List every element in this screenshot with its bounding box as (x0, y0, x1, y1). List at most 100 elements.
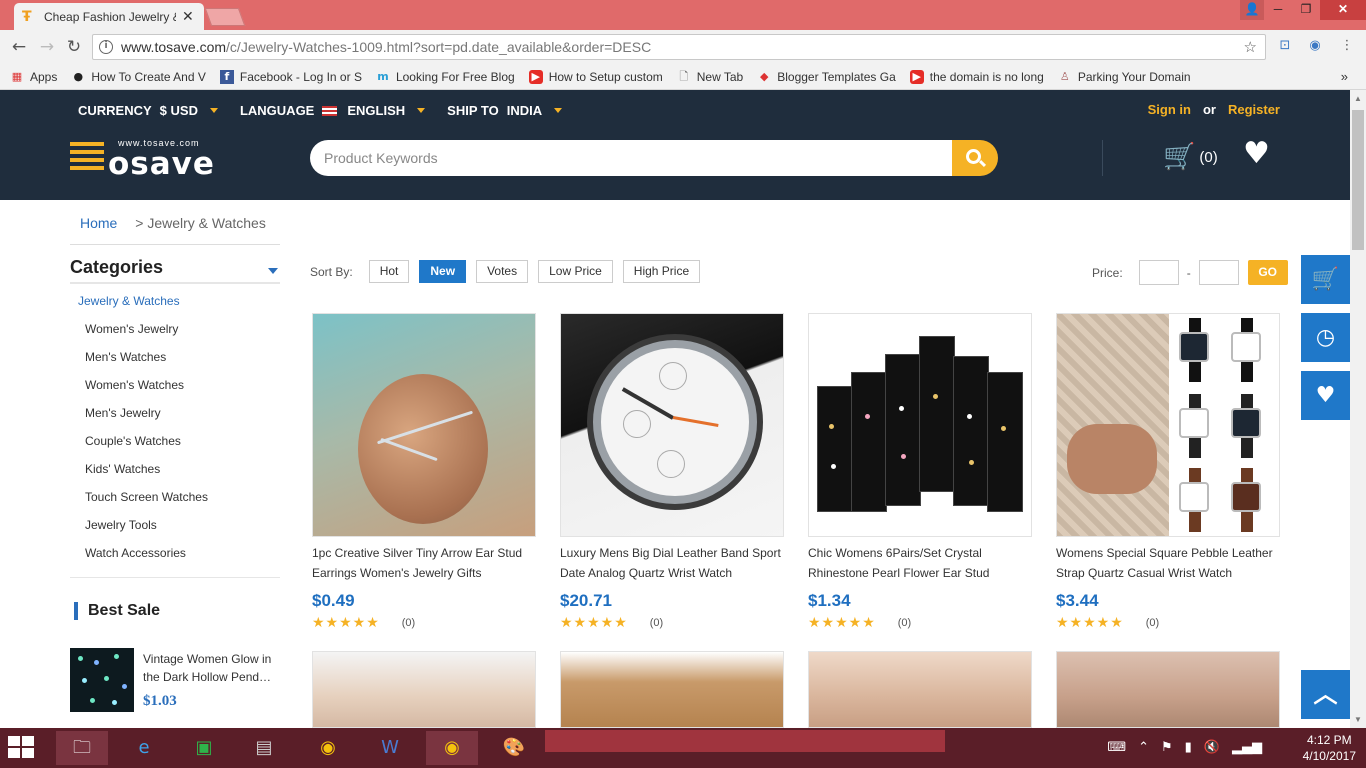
bookmark-star-icon[interactable]: ☆ (1244, 38, 1257, 56)
category-item[interactable]: Kids' Watches (70, 458, 280, 486)
tosave-logo[interactable]: www.tosave.com osave (70, 138, 225, 182)
breadcrumb-home-link[interactable]: Home (80, 215, 117, 231)
bookmark-apps[interactable]: ▦ Apps (10, 70, 58, 84)
review-count[interactable]: (0) (402, 617, 415, 629)
category-item[interactable]: Touch Screen Watches (70, 486, 280, 514)
bookmark-item[interactable]: ◆ Blogger Templates Ga (757, 70, 896, 84)
sign-in-link[interactable]: Sign in (1148, 102, 1191, 117)
ship-to-select[interactable]: INDIA (507, 103, 542, 118)
flag-icon[interactable]: ⚑ (1161, 740, 1173, 755)
product-image[interactable] (1056, 651, 1280, 728)
chrome-icon[interactable]: ◉ (302, 731, 354, 765)
currency-select[interactable]: $ USD (160, 103, 198, 118)
keyboard-icon[interactable]: ⌨ (1107, 740, 1126, 755)
product-card[interactable]: Chic Womens 6Pairs/Set Crystal Rhineston… (808, 313, 1032, 631)
category-item[interactable]: Jewelry Tools (70, 514, 280, 542)
network-app-icon[interactable]: ▤ (238, 731, 290, 765)
reload-icon[interactable]: ↻ (63, 36, 85, 58)
category-item[interactable]: Watch Accessories (70, 542, 280, 570)
review-count[interactable]: (0) (650, 617, 663, 629)
product-image[interactable] (312, 313, 536, 537)
battery-icon[interactable]: ▮ (1185, 740, 1192, 755)
floating-wishlist-button[interactable]: ♥ (1301, 371, 1350, 420)
best-sale-item[interactable]: Vintage Women Glow in the Dark Hollow Pe… (70, 648, 280, 712)
price-min-input[interactable] (1138, 260, 1179, 285)
network-signal-icon[interactable]: ▂▄▆ (1232, 740, 1262, 755)
tray-up-icon[interactable]: ⌃ (1138, 740, 1149, 755)
search-input[interactable] (310, 140, 960, 176)
language-select[interactable]: ENGLISH (347, 103, 405, 118)
product-card[interactable] (808, 651, 1032, 728)
product-name[interactable]: Womens Special Square Pebble Leather Str… (1056, 543, 1280, 583)
product-image[interactable] (1056, 313, 1280, 537)
site-info-icon[interactable]: i (99, 40, 113, 54)
floating-history-button[interactable]: ◷ (1301, 313, 1350, 362)
floating-cart-button[interactable]: 🛒 (1301, 255, 1350, 304)
sort-hot-button[interactable]: Hot (368, 260, 410, 283)
bookmark-item[interactable]: m Looking For Free Blog (376, 70, 514, 84)
product-card[interactable] (312, 651, 536, 728)
volume-muted-icon[interactable]: 🔇 (1204, 740, 1220, 755)
forward-arrow-icon[interactable]: → (36, 36, 58, 58)
back-to-top-button[interactable]: ︿ (1301, 670, 1350, 719)
maximize-button[interactable]: ❐ (1292, 0, 1320, 20)
address-bar[interactable]: i www.tosave.com/c/Jewelry-Watches-1009.… (92, 34, 1266, 60)
product-image[interactable] (312, 651, 536, 728)
product-image[interactable] (808, 651, 1032, 728)
bookmark-item[interactable]: f Facebook - Log In or S (219, 69, 362, 84)
bookmark-item[interactable]: ▶ How to Setup custom (528, 69, 663, 84)
chevron-down-icon[interactable] (268, 268, 278, 274)
category-jewelry-watches[interactable]: Jewelry & Watches (70, 290, 280, 318)
chevron-down-icon[interactable] (417, 108, 426, 113)
cart-button[interactable]: 🛒 (0) (1163, 142, 1218, 172)
browser-tab-active[interactable]: Ŧ Cheap Fashion Jewelry & ✕ (14, 3, 204, 30)
category-item[interactable]: Men's Watches (70, 346, 280, 374)
search-button[interactable] (952, 140, 998, 176)
bookmark-item[interactable]: ♙ Parking Your Domain (1058, 70, 1191, 84)
tab-close-icon[interactable]: ✕ (182, 8, 194, 25)
price-go-button[interactable]: GO (1247, 260, 1288, 285)
best-sale-thumbnail[interactable] (70, 648, 134, 712)
product-name[interactable]: Luxury Mens Big Dial Leather Band Sport … (560, 543, 784, 583)
chevron-down-icon[interactable] (554, 108, 563, 113)
product-card[interactable] (560, 651, 784, 728)
bookmark-item[interactable]: ● How To Create And V (71, 70, 206, 84)
windows-start-icon[interactable] (8, 736, 36, 760)
product-name[interactable]: Chic Womens 6Pairs/Set Crystal Rhineston… (808, 543, 1032, 583)
category-item[interactable]: Couple's Watches (70, 430, 280, 458)
extension-icon[interactable]: ⊡ (1276, 38, 1294, 56)
scroll-up-icon[interactable]: ▲ (1354, 94, 1362, 103)
bookmark-item[interactable]: 🗋 New Tab (677, 70, 743, 84)
register-link[interactable]: Register (1228, 102, 1280, 117)
review-count[interactable]: (0) (1146, 617, 1159, 629)
chevron-down-icon[interactable] (209, 108, 218, 113)
word-icon[interactable]: W (364, 731, 416, 765)
file-explorer-icon[interactable]: 🗀 (56, 731, 108, 765)
sort-votes-button[interactable]: Votes (476, 260, 529, 283)
product-image[interactable] (560, 313, 784, 537)
product-card[interactable]: Luxury Mens Big Dial Leather Band Sport … (560, 313, 784, 631)
sort-new-button[interactable]: New (419, 260, 467, 283)
product-name[interactable]: 1pc Creative Silver Tiny Arrow Ear Stud … (312, 543, 536, 583)
product-card[interactable]: Womens Special Square Pebble Leather Str… (1056, 313, 1280, 631)
extension-badge-icon[interactable]: ◉ (1306, 38, 1324, 56)
scroll-down-icon[interactable]: ▼ (1354, 715, 1362, 724)
scrollbar-thumb[interactable] (1352, 110, 1364, 250)
product-card[interactable]: 1pc Creative Silver Tiny Arrow Ear Stud … (312, 313, 536, 631)
internet-explorer-icon[interactable]: e (118, 731, 170, 765)
sort-low-price-button[interactable]: Low Price (538, 260, 613, 283)
category-item[interactable]: Women's Jewelry (70, 318, 280, 346)
chrome-menu-icon[interactable]: ⋮ (1338, 38, 1356, 56)
new-tab-button[interactable] (204, 8, 246, 26)
store-icon[interactable]: ▣ (178, 731, 230, 765)
product-image[interactable] (560, 651, 784, 728)
close-window-button[interactable]: ✕ (1320, 0, 1366, 20)
wishlist-heart-icon[interactable]: ♥ (1243, 136, 1270, 171)
back-arrow-icon[interactable]: ← (8, 36, 30, 58)
price-max-input[interactable] (1198, 260, 1239, 285)
minimize-button[interactable]: ─ (1264, 0, 1292, 20)
product-card[interactable] (1056, 651, 1280, 728)
category-item[interactable]: Men's Jewelry (70, 402, 280, 430)
paint-icon[interactable]: 🎨 (488, 731, 540, 765)
user-profile-icon[interactable]: 👤 (1240, 0, 1264, 20)
